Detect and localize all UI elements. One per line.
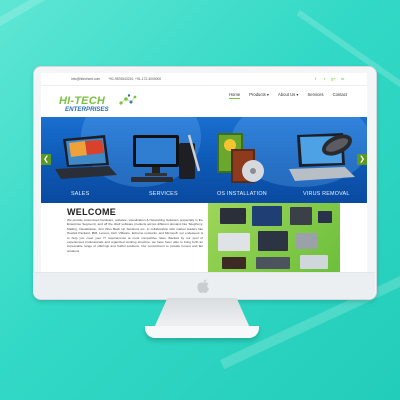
gallery-camera-image[interactable] <box>222 257 246 269</box>
slide-caption-services: SERVICES <box>149 191 178 197</box>
hero-slider[interactable]: ❮ ❯ SALES SERVICES OS INSTALLATION VIRUS… <box>41 117 367 203</box>
nav-contact[interactable]: Contact <box>333 92 347 99</box>
welcome-heading: WELCOME <box>67 207 117 217</box>
facebook-icon[interactable]: f <box>313 76 318 81</box>
logo-text-enterprises: ENTERPRISES <box>65 106 109 113</box>
gallery-phone-image[interactable] <box>318 211 332 223</box>
main-nav: Home Products ▾ About Us ▾ Services Cont… <box>229 92 347 99</box>
slider-next-button[interactable]: ❯ <box>357 154 367 165</box>
social-links: f t g+ in <box>313 76 345 81</box>
product-gallery <box>208 203 340 272</box>
nav-products[interactable]: Products ▾ <box>249 92 269 99</box>
gallery-server-image[interactable] <box>256 257 290 269</box>
google-plus-icon[interactable]: g+ <box>331 76 336 81</box>
nav-home[interactable]: Home <box>229 92 241 99</box>
twitter-icon[interactable]: t <box>322 76 327 81</box>
logo-circuit-icon <box>119 94 137 105</box>
gallery-laptop-image[interactable] <box>220 208 246 224</box>
linkedin-icon[interactable]: in <box>340 76 345 81</box>
slide-caption-os-installation: OS INSTALLATION <box>217 191 267 197</box>
monitor-stand <box>154 298 250 328</box>
gallery-monitor-image[interactable] <box>252 206 282 226</box>
apple-logo-icon <box>197 279 209 293</box>
gallery-router-image[interactable] <box>300 255 328 269</box>
contact-phone: +91-9876543210, +91-172-4000000 <box>108 77 162 81</box>
slide-caption-sales: SALES <box>71 191 90 197</box>
site-header: HI-TECH ENTERPRISES Home Products ▾ Abou… <box>41 85 367 117</box>
gallery-netbook-image[interactable] <box>258 231 288 251</box>
nav-about-us[interactable]: About Us ▾ <box>278 92 299 99</box>
laptop-image <box>55 135 117 179</box>
nav-services[interactable]: Services <box>308 92 324 99</box>
monitor-stand-base <box>145 326 259 338</box>
welcome-section: WELCOME We provide customised hardware, … <box>41 203 367 272</box>
gallery-printer-image[interactable] <box>218 233 250 251</box>
slider-prev-button[interactable]: ❮ <box>41 154 51 165</box>
os-box-image <box>217 133 264 183</box>
gallery-harddisk-image[interactable] <box>296 233 318 249</box>
contact-email[interactable]: info@hitechent.com <box>71 77 100 81</box>
background-streak <box>0 0 172 47</box>
monitor-screen: info@hitechent.com +91-9876543210, +91-1… <box>41 73 367 272</box>
welcome-paragraph: We provide customised hardware, software… <box>67 218 203 253</box>
virus-removal-laptop-image <box>289 133 355 181</box>
slide-caption-virus-removal: VIRUS REMOVAL <box>303 191 350 197</box>
gallery-tablet-image[interactable] <box>290 207 312 225</box>
desktop-computer-image <box>131 134 201 182</box>
